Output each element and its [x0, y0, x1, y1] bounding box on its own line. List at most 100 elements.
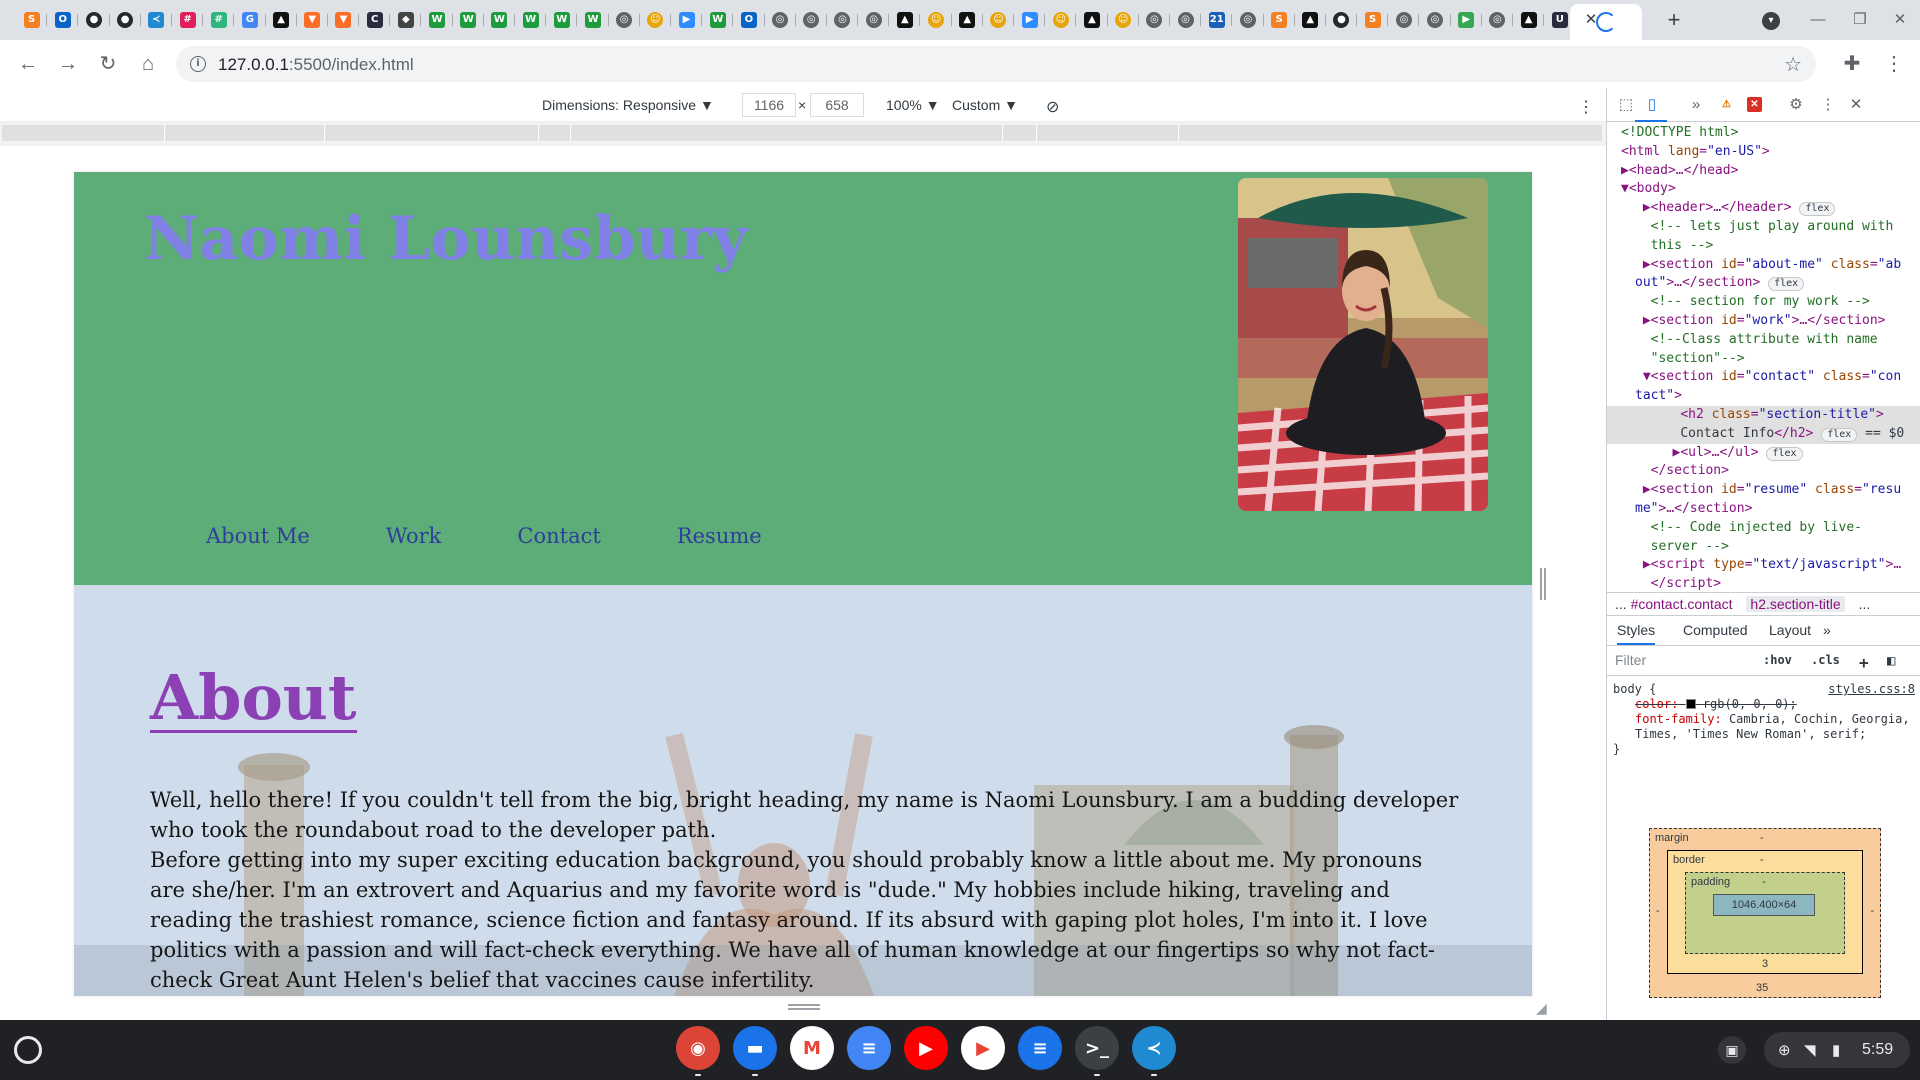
breadcrumb-section-title[interactable]: h2.section-title [1746, 596, 1845, 612]
browser-tab[interactable]: ▶ [1451, 6, 1483, 34]
nav-link-about-me[interactable]: About Me [206, 524, 310, 548]
dom-tree-node[interactable]: ▶<ul>…</ul> flex [1607, 444, 1920, 463]
browser-tab[interactable]: ◎ [1232, 6, 1264, 34]
inspect-element-icon[interactable]: ⬚ [1617, 96, 1635, 114]
browser-tab[interactable]: ▼ [297, 6, 329, 34]
dom-tree-node[interactable]: tact"> [1607, 387, 1920, 406]
nav-link-contact[interactable]: Contact [517, 524, 600, 548]
back-icon[interactable]: ← [16, 52, 40, 76]
elements-tree[interactable]: <!DOCTYPE html> <html lang="en-US"> ▶<head… [1607, 122, 1920, 592]
browser-tab[interactable]: ◎ [827, 6, 859, 34]
chrome-app-icon[interactable]: ◉ [676, 1026, 720, 1070]
class-toggle[interactable]: .cls [1811, 653, 1840, 667]
browser-tab[interactable]: S [1357, 6, 1389, 34]
browser-tab[interactable]: ◎ [1170, 6, 1202, 34]
height-input[interactable]: 658 [810, 93, 864, 117]
breadcrumb-end[interactable]: ... [1859, 596, 1871, 612]
new-rule-icon[interactable]: + [1859, 653, 1869, 672]
browser-tab[interactable]: ◎ [1482, 6, 1514, 34]
device-toolbar-menu-icon[interactable]: ⋮ [1578, 97, 1594, 117]
dom-tree-node[interactable]: ▼<body> [1607, 180, 1920, 199]
dom-tree-node[interactable]: <!-- section for my work --> [1607, 293, 1920, 312]
browser-tab[interactable]: ▲ [889, 6, 921, 34]
reload-icon[interactable]: ↻ [96, 52, 120, 76]
extensions-icon[interactable]: ✚ [1840, 52, 1864, 76]
viewport-resize-handle-bottom[interactable] [788, 1004, 820, 1010]
dom-tree-node[interactable]: out">…</section> flex [1607, 274, 1920, 293]
dom-tree-node[interactable]: <h2 class="section-title"> [1607, 405, 1920, 425]
more-panels-icon[interactable]: » [1687, 96, 1705, 114]
holding-space-icon[interactable]: ▣ [1718, 1036, 1746, 1064]
forward-icon[interactable]: → [56, 52, 80, 76]
browser-tab[interactable]: ☺ [920, 6, 952, 34]
throttle-select[interactable]: Custom ▼ [952, 97, 1018, 113]
browser-tab[interactable]: O [47, 6, 79, 34]
browser-tab[interactable]: ◎ [1388, 6, 1420, 34]
media-query-ruler[interactable] [2, 125, 1602, 141]
terminal-app-icon[interactable]: >_ [1075, 1026, 1119, 1070]
url-text[interactable]: 127.0.0.1:5500/index.html [218, 55, 414, 75]
nav-link-work[interactable]: Work [386, 524, 442, 548]
font-family-property[interactable]: font-family: [1635, 712, 1722, 726]
dom-tree-node[interactable]: <!DOCTYPE html> [1607, 124, 1920, 143]
warning-icon[interactable]: ⚠ [1719, 97, 1734, 112]
browser-tab[interactable]: W [421, 6, 453, 34]
devtools-menu-icon[interactable]: ⋮ [1819, 96, 1837, 114]
tab-computed[interactable]: Computed [1683, 622, 1748, 638]
zoom-select[interactable]: 100% ▼ [886, 97, 940, 113]
toggle-sidebar-icon[interactable]: ◧ [1887, 653, 1895, 669]
dom-tree-node[interactable]: ▶<section id="work">…</section> [1607, 312, 1920, 331]
status-tray[interactable]: ⊕ ◥ ▮ 5:59 [1764, 1032, 1910, 1068]
dom-tree-node[interactable]: this --> [1607, 237, 1920, 256]
browser-tab[interactable]: ☺ [983, 6, 1015, 34]
dom-tree-node[interactable]: <!-- lets just play around with [1607, 218, 1920, 237]
browser-tab[interactable]: ● [110, 6, 141, 34]
dimensions-select[interactable]: Dimensions: Responsive ▼ [542, 97, 714, 113]
browser-tab[interactable]: ☺ [640, 6, 672, 34]
dom-tree-node[interactable]: ▶<head>…</head> [1607, 162, 1920, 181]
dom-tree-node[interactable]: "section"--> [1607, 350, 1920, 369]
rule-source-link[interactable]: styles.css:8 [1828, 682, 1915, 697]
device-toggle-icon[interactable]: ▯ [1643, 96, 1661, 114]
docs-app-icon[interactable]: ≡ [847, 1026, 891, 1070]
color-swatch[interactable] [1685, 699, 1696, 709]
close-tab-icon[interactable]: ✕ [1582, 11, 1600, 29]
browser-tab[interactable]: ◎ [1419, 6, 1451, 34]
dom-tree-node[interactable]: Contact Info</h2> flex == $0 [1607, 424, 1920, 444]
browser-tab[interactable]: ▶ [671, 6, 703, 34]
browser-tab[interactable]: ≺ [141, 6, 173, 34]
browser-tab[interactable]: 21 [1201, 6, 1233, 34]
breadcrumb-contact[interactable]: #contact.contact [1631, 596, 1733, 612]
browser-tab[interactable]: S [16, 6, 48, 34]
browser-tab[interactable]: W [453, 6, 485, 34]
address-bar[interactable]: i 127.0.0.1:5500/index.html ☆ [176, 46, 1816, 82]
restore-icon[interactable]: ❐ [1848, 8, 1872, 32]
dom-tree-node[interactable]: <html lang="en-US"> [1607, 143, 1920, 162]
browser-tab[interactable]: W [546, 6, 578, 34]
devtools-close-icon[interactable]: ✕ [1847, 96, 1865, 114]
dom-tree-node[interactable]: </section> [1607, 462, 1920, 481]
browser-tab[interactable]: ☺ [1045, 6, 1077, 34]
browser-menu-icon[interactable]: ⋮ [1882, 52, 1906, 76]
hover-state-toggle[interactable]: :hov [1763, 653, 1792, 667]
browser-tab[interactable]: ▲ [1295, 6, 1327, 34]
box-model-content[interactable]: 1046.400×64 [1713, 894, 1815, 916]
dom-tree-node[interactable]: server --> [1607, 538, 1920, 557]
tab-styles[interactable]: Styles [1617, 622, 1656, 645]
nav-link-resume[interactable]: Resume [677, 524, 762, 548]
browser-tab[interactable]: W [484, 6, 516, 34]
browser-tab[interactable]: ▲ [952, 6, 984, 34]
files-app-icon[interactable]: ▬ [733, 1026, 777, 1070]
browser-tab[interactable]: ◎ [796, 6, 828, 34]
window-close-icon[interactable]: ✕ [1888, 8, 1912, 32]
browser-tab[interactable]: W [702, 6, 734, 34]
home-icon[interactable]: ⌂ [136, 52, 160, 76]
dom-tree-node[interactable]: me">…</section> [1607, 500, 1920, 519]
more-style-tabs[interactable]: » [1823, 622, 1831, 638]
browser-tab[interactable]: ▲ [266, 6, 297, 34]
browser-tab[interactable]: G [234, 6, 266, 34]
vscode-app-icon[interactable]: ≺ [1132, 1026, 1176, 1070]
youtube-app-icon[interactable]: ▶ [904, 1026, 948, 1070]
dom-tree-node[interactable]: </script> [1607, 575, 1920, 592]
active-tab[interactable] [1570, 4, 1642, 40]
